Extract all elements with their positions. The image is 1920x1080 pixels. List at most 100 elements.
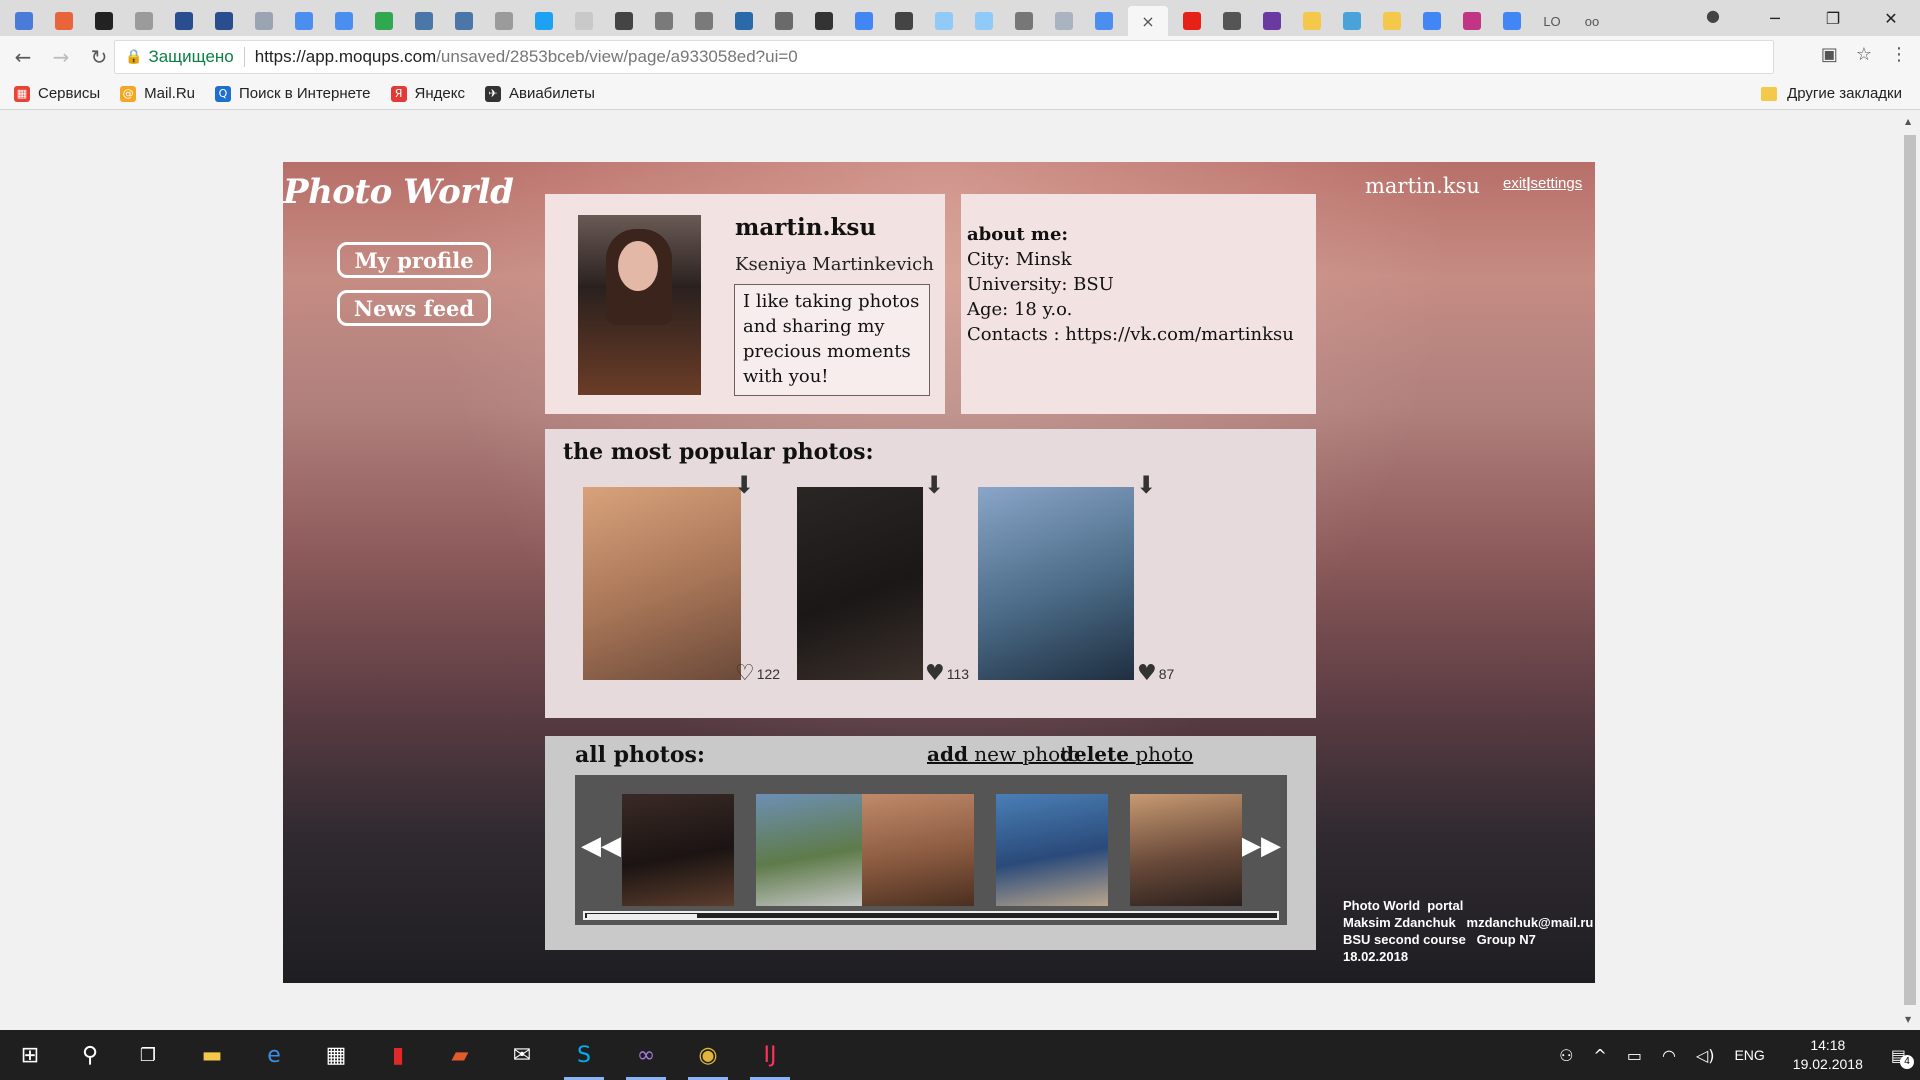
heart-icon[interactable]: ♡: [735, 661, 755, 686]
active-tab[interactable]: ×: [1128, 6, 1168, 36]
browser-tab[interactable]: [1256, 6, 1288, 36]
bookmark-item[interactable]: ✈ Авиабилеты: [484, 85, 595, 102]
browser-tab[interactable]: [1336, 6, 1368, 36]
language-indicator[interactable]: ENG: [1734, 1047, 1764, 1063]
browser-menu-icon[interactable]: ⋮: [1890, 44, 1908, 65]
browser-tab[interactable]: [968, 6, 1000, 36]
search-button[interactable]: ⚲: [66, 1030, 114, 1080]
bookmark-item[interactable]: @ Mail.Ru: [120, 85, 195, 102]
browser-tab[interactable]: [488, 6, 520, 36]
delete-photo-link[interactable]: delete photo: [1060, 742, 1193, 766]
gallery-thumbnail[interactable]: [756, 794, 868, 906]
skype-icon[interactable]: S: [560, 1030, 608, 1080]
browser-tab[interactable]: [208, 6, 240, 36]
browser-tab[interactable]: [848, 6, 880, 36]
minimize-button[interactable]: ─: [1746, 0, 1804, 36]
gallery-thumbnail[interactable]: [996, 794, 1108, 906]
browser-tab[interactable]: [808, 6, 840, 36]
heart-icon[interactable]: ♥: [925, 661, 945, 686]
popular-photo-image[interactable]: [978, 487, 1134, 680]
tray-chevron-icon[interactable]: ^: [1593, 1046, 1606, 1065]
notifications-icon[interactable]: ▤ 4: [1891, 1046, 1914, 1069]
people-icon[interactable]: ⚇: [1559, 1046, 1573, 1065]
browser-tab[interactable]: [88, 6, 120, 36]
explorer-icon[interactable]: ▬: [188, 1030, 236, 1080]
gallery-scrollbar[interactable]: [583, 911, 1279, 920]
close-window-button[interactable]: ✕: [1862, 0, 1920, 36]
like-counter[interactable]: ♥ 113: [925, 661, 969, 686]
browser-tab[interactable]: [48, 6, 80, 36]
browser-tab[interactable]: [1296, 6, 1328, 36]
news-feed-button[interactable]: News feed: [337, 290, 491, 326]
forward-button[interactable]: →: [46, 42, 76, 72]
close-tab-icon[interactable]: ×: [1141, 12, 1154, 31]
edge-icon[interactable]: e: [250, 1030, 298, 1080]
scroll-thumb[interactable]: [1904, 135, 1916, 1005]
browser-tab[interactable]: [648, 6, 680, 36]
gallery-prev-button[interactable]: ◀◀: [581, 831, 621, 861]
url-path[interactable]: /unsaved/2853bceb/view/page/a933058ed?ui…: [436, 47, 798, 67]
about-contacts[interactable]: Contacts : https://vk.com/martinksu: [967, 322, 1310, 347]
browser-tab[interactable]: [1216, 6, 1248, 36]
address-bar[interactable]: 🔒 Защищено https://app.moqups.com/unsave…: [114, 40, 1774, 74]
other-bookmarks[interactable]: Другие закладки: [1761, 85, 1902, 102]
browser-tab[interactable]: [328, 6, 360, 36]
browser-tab[interactable]: [1088, 6, 1120, 36]
bookmark-item[interactable]: Q Поиск в Интернете: [215, 85, 371, 102]
browser-tab[interactable]: [688, 6, 720, 36]
browser-tab[interactable]: [448, 6, 480, 36]
battery-icon[interactable]: ▭: [1627, 1046, 1642, 1065]
gallery-thumbnail[interactable]: [1130, 794, 1242, 906]
popular-photo-image[interactable]: [583, 487, 741, 680]
browser-tab[interactable]: [1048, 6, 1080, 36]
user-profile-icon[interactable]: ●: [1706, 6, 1728, 28]
browser-tab[interactable]: [1456, 6, 1488, 36]
flipboard-icon[interactable]: ▮: [374, 1030, 422, 1080]
back-button[interactable]: ←: [8, 42, 38, 72]
browser-tab[interactable]: [1416, 6, 1448, 36]
clock[interactable]: 14:18 19.02.2018: [1793, 1036, 1863, 1074]
browser-tab[interactable]: [248, 6, 280, 36]
browser-tab[interactable]: [288, 6, 320, 36]
browser-tab[interactable]: [608, 6, 640, 36]
browser-tab[interactable]: [528, 6, 560, 36]
chrome-icon[interactable]: ◉: [684, 1030, 732, 1080]
heart-icon[interactable]: ♥: [1137, 661, 1157, 686]
browser-tab[interactable]: [568, 6, 600, 36]
browser-tab[interactable]: [728, 6, 760, 36]
gallery-thumbnail[interactable]: [862, 794, 974, 906]
reader-icon[interactable]: ▰: [436, 1030, 484, 1080]
like-counter[interactable]: ♡ 122: [735, 661, 780, 686]
translate-icon[interactable]: ▣: [1821, 44, 1838, 65]
page-scrollbar[interactable]: ▲ ▼: [1900, 111, 1920, 1030]
mail-icon[interactable]: ✉: [498, 1030, 546, 1080]
visualstudio-icon[interactable]: ∞: [622, 1030, 670, 1080]
browser-tab[interactable]: [768, 6, 800, 36]
popular-photo-image[interactable]: [797, 487, 923, 680]
like-counter[interactable]: ♥ 87: [1137, 661, 1174, 686]
reload-button[interactable]: ↻: [84, 42, 114, 72]
browser-tab[interactable]: [1008, 6, 1040, 36]
gallery-next-button[interactable]: ▶▶: [1241, 831, 1281, 861]
scroll-down-icon[interactable]: ▼: [1905, 1015, 1911, 1024]
store-icon[interactable]: ▦: [312, 1030, 360, 1080]
browser-tab[interactable]: [368, 6, 400, 36]
browser-tab[interactable]: [888, 6, 920, 36]
browser-tab[interactable]: oo: [1576, 6, 1608, 36]
gallery-thumbnail[interactable]: [622, 794, 734, 906]
browser-tab[interactable]: [8, 6, 40, 36]
download-icon[interactable]: ⬇: [1136, 473, 1156, 497]
browser-tab[interactable]: [168, 6, 200, 36]
settings-link[interactable]: settings: [1531, 175, 1583, 192]
volume-icon[interactable]: ◁): [1696, 1046, 1715, 1065]
bookmark-item[interactable]: ▦ Сервисы: [14, 85, 100, 102]
browser-tab[interactable]: [128, 6, 160, 36]
browser-tab[interactable]: [928, 6, 960, 36]
browser-tab[interactable]: [1496, 6, 1528, 36]
browser-tab[interactable]: [408, 6, 440, 36]
browser-tab[interactable]: [1376, 6, 1408, 36]
browser-tab[interactable]: LO: [1536, 6, 1568, 36]
scroll-up-icon[interactable]: ▲: [1905, 117, 1911, 126]
add-photo-link[interactable]: add new photo: [927, 742, 1080, 766]
browser-tab[interactable]: [1176, 6, 1208, 36]
